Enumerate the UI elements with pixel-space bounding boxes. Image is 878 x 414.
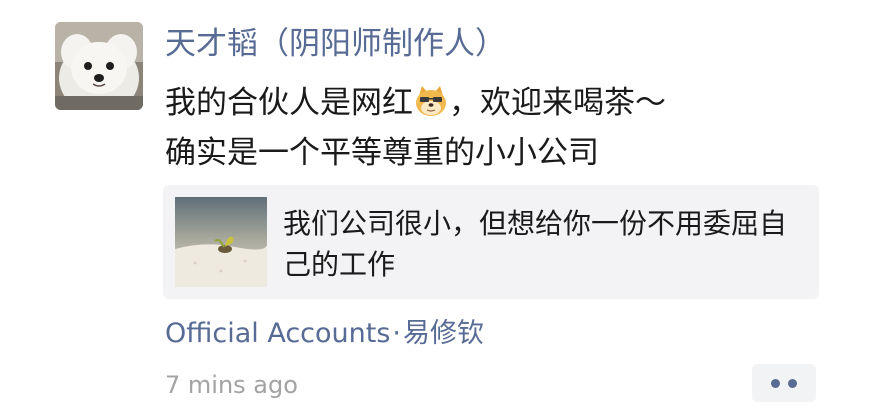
- sprout-image-icon: [175, 197, 267, 287]
- post-text: 我的合伙人是网红 ，欢迎来喝茶～ 确实是一个平等尊重的小小公司: [165, 78, 666, 178]
- source-label: Official Accounts: [165, 318, 391, 349]
- more-dots-icon: [771, 378, 780, 388]
- source-separator: ·: [392, 318, 402, 349]
- post-text-line-1: 我的合伙人是网红 ，欢迎来喝茶～: [165, 78, 666, 128]
- link-card[interactable]: 我们公司很小，但想给你一份不用委屈自己的工作: [163, 185, 819, 299]
- dog-avatar-icon: [55, 22, 143, 110]
- avatar[interactable]: [55, 22, 143, 110]
- author-name[interactable]: 天才韬（阴阳师制作人）: [165, 22, 506, 66]
- article-thumbnail: [175, 197, 267, 287]
- doge-emoji-icon: [414, 84, 448, 118]
- moments-post: 天才韬（阴阳师制作人） 我的合伙人是网红 ，欢迎来喝茶～ 确实是一个平等尊重的小…: [0, 0, 878, 414]
- post-text-line-2: 确实是一个平等尊重的小小公司: [165, 135, 599, 171]
- post-text-segment: 我的合伙人是网红: [165, 85, 413, 121]
- source-account: 易修钦: [403, 318, 485, 349]
- link-card-title: 我们公司很小，但想给你一份不用委屈自己的工作: [283, 207, 788, 281]
- more-dots-icon: [788, 378, 797, 388]
- post-text-segment: ，欢迎来喝茶～: [449, 85, 666, 121]
- timestamp: 7 mins ago: [165, 371, 298, 399]
- more-button[interactable]: [752, 364, 816, 402]
- source-line[interactable]: Official Accounts·易修钦: [165, 314, 484, 354]
